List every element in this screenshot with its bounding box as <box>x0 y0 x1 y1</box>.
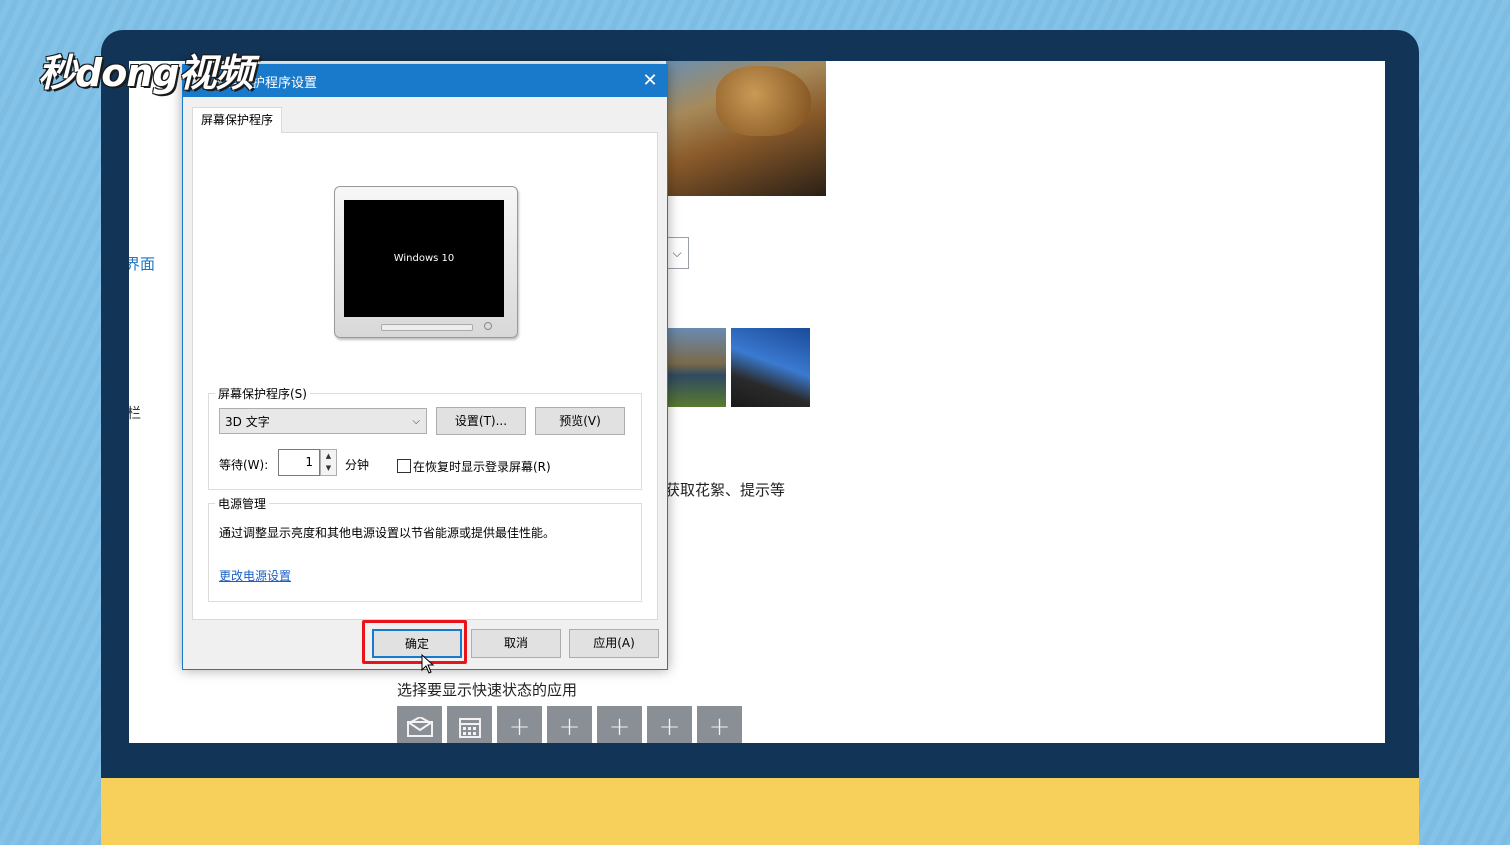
chevron-down-icon: ⌵ <box>412 416 420 427</box>
add-app-button[interactable]: + <box>547 706 592 743</box>
wallpaper-thumbnail[interactable] <box>666 328 726 407</box>
wallpaper-thumbnail[interactable] <box>731 328 810 407</box>
dialog-titlebar[interactable]: 屏幕保护程序设置 ✕ <box>183 65 667 97</box>
wait-minutes-input[interactable]: 1 <box>278 449 320 476</box>
mouse-cursor-icon <box>421 654 435 674</box>
preview-button[interactable]: 预览(V) <box>535 407 625 435</box>
screensaver-group: 屏幕保护程序(S) 3D 文字 ⌵ 设置(T)... 预览(V) 等待(W): … <box>208 385 642 490</box>
screensaver-settings-dialog: 屏幕保护程序设置 ✕ 屏幕保护程序 Windows 10 屏幕保护程序(S) 3… <box>182 64 668 670</box>
tab-panel: Windows 10 屏幕保护程序(S) 3D 文字 ⌵ 设置(T)... 预览… <box>192 132 658 620</box>
wait-stepper[interactable]: ▲ ▼ <box>320 449 337 476</box>
power-group-label: 电源管理 <box>215 495 270 512</box>
sidebar-item[interactable]: 栏 <box>129 403 141 423</box>
tab-screensaver[interactable]: 屏幕保护程序 <box>192 107 282 133</box>
ok-button-highlight <box>362 620 467 664</box>
change-power-settings-link[interactable]: 更改电源设置 <box>219 567 291 584</box>
wait-label: 等待(W): <box>219 458 269 472</box>
monitor-preview-icon: Windows 10 <box>334 186 518 338</box>
wallpaper-preview <box>666 61 826 196</box>
wallpaper-rock <box>716 66 811 136</box>
show-logon-label[interactable]: 在恢复时显示登录屏幕(R) <box>413 458 551 475</box>
quick-status-label: 选择要显示快速状态的应用 <box>397 681 578 699</box>
quick-status-apps: + + + + + <box>397 706 742 743</box>
power-management-group: 电源管理 通过调整显示亮度和其他电源设置以节省能源或提供最佳性能。 更改电源设置 <box>208 495 642 602</box>
lockscreen-tips-text: 获取花絮、提示等 <box>665 481 786 499</box>
monitor-base <box>101 778 1419 845</box>
sidebar-link[interactable]: 界面 <box>129 253 155 274</box>
fit-dropdown[interactable]: ⌵ <box>666 237 689 269</box>
watermark-logo: 秒dong视频 <box>38 51 254 95</box>
power-description: 通过调整显示亮度和其他电源设置以节省能源或提供最佳性能。 <box>219 526 556 540</box>
screensaver-selected: 3D 文字 <box>225 415 270 429</box>
show-logon-checkbox[interactable] <box>397 459 411 473</box>
cancel-button[interactable]: 取消 <box>471 629 561 658</box>
screensaver-group-label: 屏幕保护程序(S) <box>215 385 310 402</box>
mail-icon[interactable] <box>397 706 442 743</box>
add-app-button[interactable]: + <box>497 706 542 743</box>
power-led-icon <box>484 322 492 330</box>
add-app-button[interactable]: + <box>597 706 642 743</box>
minutes-label: 分钟 <box>345 458 370 472</box>
apply-button[interactable]: 应用(A) <box>569 629 659 658</box>
screensaver-select[interactable]: 3D 文字 ⌵ <box>219 408 427 434</box>
monitor-slot <box>381 324 473 331</box>
calendar-icon[interactable] <box>447 706 492 743</box>
add-app-button[interactable]: + <box>647 706 692 743</box>
add-app-button[interactable]: + <box>697 706 742 743</box>
close-button[interactable]: ✕ <box>633 65 667 97</box>
screensaver-preview: Windows 10 <box>344 200 504 317</box>
settings-button[interactable]: 设置(T)... <box>436 407 526 435</box>
